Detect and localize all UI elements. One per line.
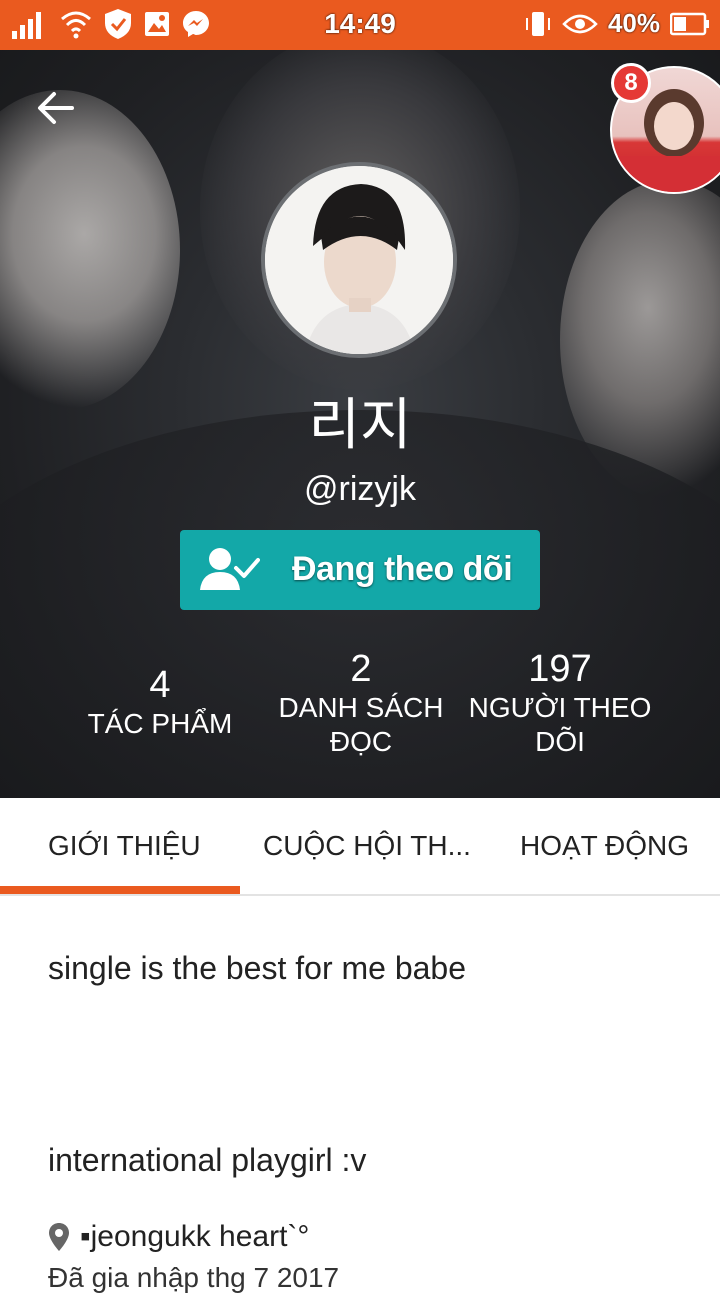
stat-reading-lists-value: 2 bbox=[350, 648, 372, 690]
stat-works[interactable]: 4 TÁC PHẨM bbox=[60, 664, 260, 741]
location-text: ▪jeongukk heart`° bbox=[80, 1220, 310, 1253]
vibrate-icon bbox=[525, 11, 550, 36]
stat-works-value: 4 bbox=[149, 664, 171, 706]
avatar-image bbox=[265, 166, 453, 354]
location-pin-icon bbox=[49, 1223, 69, 1251]
bio-line-1: single is the best for me babe bbox=[48, 950, 467, 986]
status-icons-right: 40% bbox=[524, 8, 710, 39]
stat-followers-value: 197 bbox=[528, 648, 592, 690]
status-bar: 14:49 40% bbox=[0, 0, 720, 50]
stat-works-label: TÁC PHẨM bbox=[87, 708, 233, 739]
stat-followers-label: NGƯỜI THEO DÕI bbox=[468, 692, 652, 757]
profile-avatar[interactable] bbox=[261, 162, 457, 358]
back-arrow-icon[interactable] bbox=[36, 88, 76, 128]
battery-percent: 40% bbox=[607, 8, 660, 38]
user-check-icon bbox=[200, 548, 260, 590]
active-tab-indicator bbox=[0, 886, 240, 894]
tab-conversations[interactable]: CUỘC HỘI TH... bbox=[263, 830, 471, 862]
stat-reading-lists[interactable]: 2 DANH SÁCH ĐỌC bbox=[261, 648, 461, 759]
bio-line-2: international playgirl :v bbox=[48, 1142, 367, 1178]
tab-activity[interactable]: HOẠT ĐỘNG bbox=[520, 830, 689, 862]
stat-reading-lists-label: DANH SÁCH ĐỌC bbox=[278, 692, 444, 757]
tab-about[interactable]: GIỚI THIỆU bbox=[48, 830, 201, 862]
following-button-label: Đang theo dõi bbox=[292, 550, 513, 588]
profile-username: @rizyjk bbox=[304, 470, 416, 508]
eye-icon bbox=[562, 14, 598, 33]
location-row: ▪jeongukk heart`° bbox=[48, 1220, 309, 1254]
profile-display-name: 리지 bbox=[308, 393, 412, 456]
chat-head-badge: 8 bbox=[611, 63, 651, 103]
following-button[interactable]: Đang theo dõi bbox=[180, 530, 540, 610]
joined-date: Đã gia nhập thg 7 2017 bbox=[48, 1262, 340, 1293]
battery-icon bbox=[670, 12, 709, 35]
profile-tabs: GIỚI THIỆU CUỘC HỘI TH... HOẠT ĐỘNG bbox=[0, 798, 720, 896]
cover-figure-left bbox=[0, 90, 180, 410]
stat-followers[interactable]: 197 NGƯỜI THEO DÕI bbox=[460, 648, 660, 759]
